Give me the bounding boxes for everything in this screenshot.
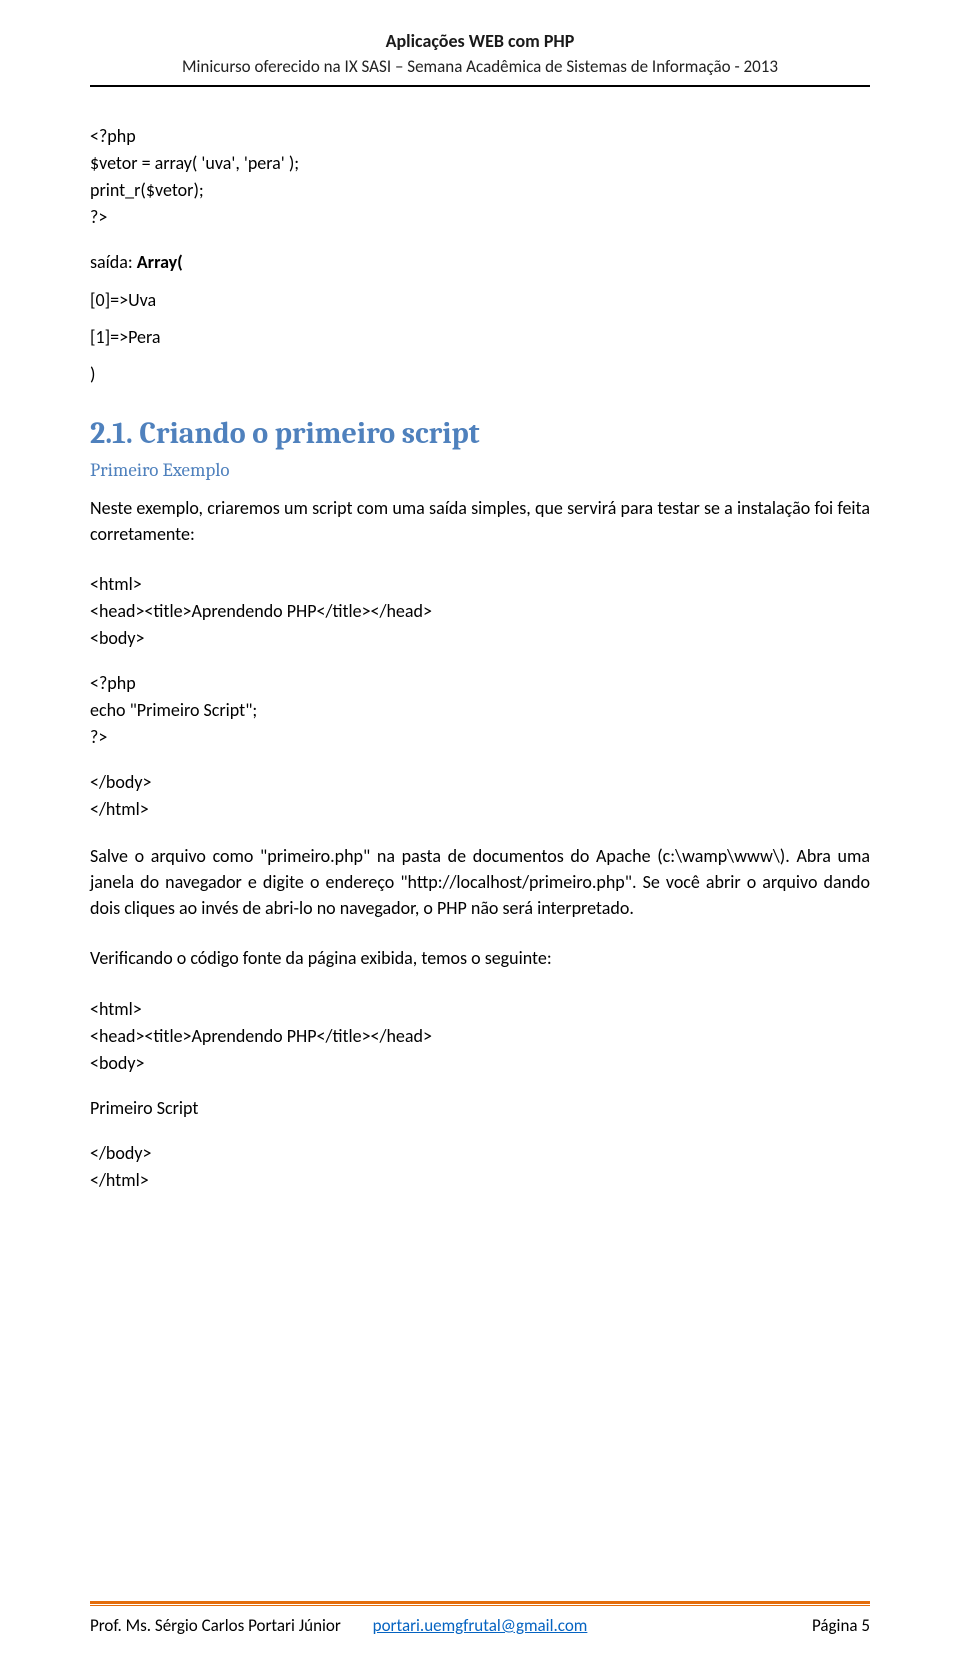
code-line: </body>	[90, 1140, 870, 1167]
code-line: <head><title>Aprendendo PHP</title></hea…	[90, 598, 870, 625]
doc-title: Aplicações WEB com PHP	[90, 30, 870, 52]
code-line: </body>	[90, 769, 870, 796]
code-line: <body>	[90, 625, 870, 652]
output-line: )	[90, 361, 870, 388]
header-divider	[90, 85, 870, 87]
code-line: Primeiro Script	[90, 1095, 870, 1122]
footer-author: Prof. Ms. Sérgio Carlos Portari Júnior	[90, 1615, 341, 1636]
body-paragraph: Salve o arquivo como "primeiro.php" na p…	[90, 843, 870, 921]
code-line: <?php	[90, 123, 870, 150]
code-blank-line	[90, 1077, 870, 1095]
section-heading: 2.1. Criando o primeiro script	[90, 416, 870, 451]
code-line: print_r($vetor);	[90, 177, 870, 204]
output-label-prefix: saída:	[90, 251, 137, 273]
code-block-html-php: <html> <head><title>Aprendendo PHP</titl…	[90, 571, 870, 823]
page-footer: Prof. Ms. Sérgio Carlos Portari Júnior p…	[90, 1615, 870, 1636]
body-paragraph: Verificando o código fonte da página exi…	[90, 945, 870, 971]
output-label: saída: Array(	[90, 251, 870, 273]
doc-subtitle: Minicurso oferecido na IX SASI – Semana …	[90, 56, 870, 77]
footer-email-link[interactable]: portari.uemgfrutal@gmail.com	[373, 1615, 588, 1636]
code-line: <html>	[90, 996, 870, 1023]
code-blank-line	[90, 1122, 870, 1140]
section-subheading: Primeiro Exemplo	[90, 459, 870, 481]
code-line: ?>	[90, 204, 870, 231]
code-block-output-html: <html> <head><title>Aprendendo PHP</titl…	[90, 996, 870, 1194]
code-line: ?>	[90, 724, 870, 751]
code-line: <?php	[90, 670, 870, 697]
output-line: [0]=>Uva	[90, 287, 870, 314]
code-line: echo "Primeiro Script";	[90, 697, 870, 724]
footer-divider	[90, 1601, 870, 1608]
footer-rule-inner	[90, 1605, 870, 1606]
code-line: <html>	[90, 571, 870, 598]
section-intro: Neste exemplo, criaremos um script com u…	[90, 495, 870, 547]
output-line: [1]=>Pera	[90, 324, 870, 351]
footer-rule-outer	[90, 1601, 870, 1604]
footer-page-number: Página 5	[812, 1615, 870, 1636]
code-line: <head><title>Aprendendo PHP</title></hea…	[90, 1023, 870, 1050]
document-page: Aplicações WEB com PHP Minicurso ofereci…	[0, 0, 960, 1664]
code-line: $vetor = array( 'uva', 'pera' );	[90, 150, 870, 177]
code-blank-line	[90, 751, 870, 769]
code-block-php-array: <?php $vetor = array( 'uva', 'pera' ); p…	[90, 123, 870, 231]
code-line: <body>	[90, 1050, 870, 1077]
output-label-bold: Array(	[137, 251, 183, 273]
document-header: Aplicações WEB com PHP Minicurso ofereci…	[90, 30, 870, 87]
code-line: </html>	[90, 1167, 870, 1194]
code-blank-line	[90, 652, 870, 670]
code-line: </html>	[90, 796, 870, 823]
